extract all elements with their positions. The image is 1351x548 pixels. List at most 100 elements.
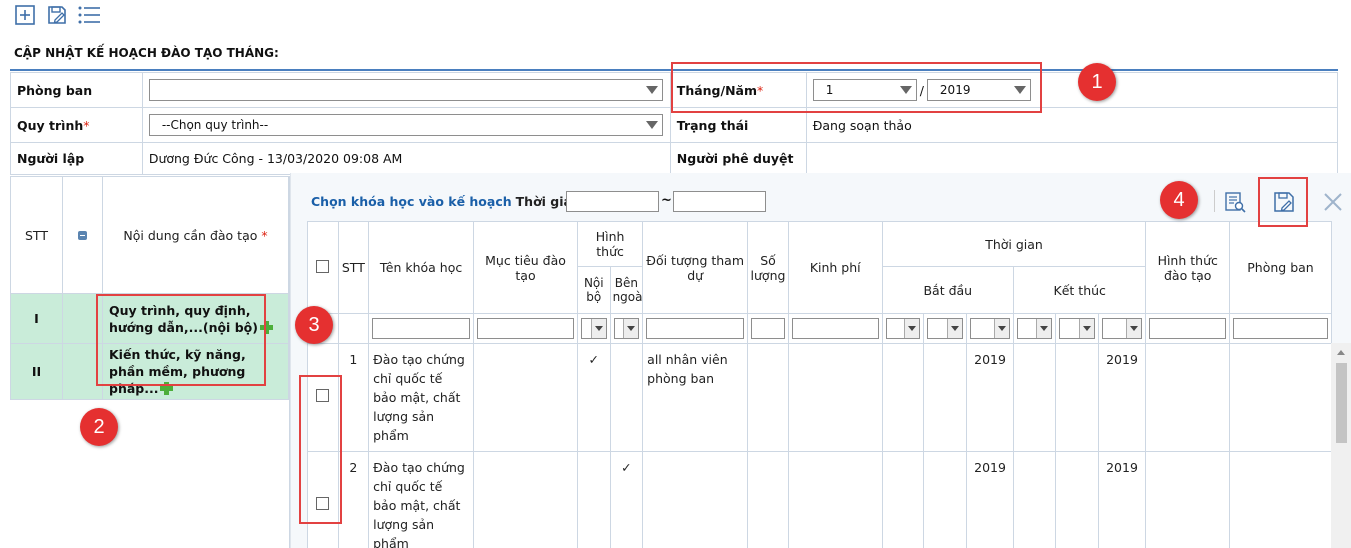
row-end-year: 2019 [1097, 343, 1147, 452]
cost-filter[interactable] [791, 318, 879, 339]
filter-cell [923, 313, 968, 344]
add-icon[interactable] [12, 3, 38, 27]
chevron-down-icon [1035, 319, 1051, 338]
chevron-down-icon [645, 86, 658, 94]
col-stt: STT [337, 221, 370, 314]
audience-filter[interactable] [646, 318, 745, 339]
row-end-month [1054, 343, 1099, 452]
end-month-filter[interactable] [1058, 318, 1095, 339]
course-name-filter[interactable] [372, 318, 471, 339]
row-end-month [1054, 451, 1099, 548]
row-external: ✓ [609, 451, 644, 548]
preview-icon[interactable] [1221, 188, 1249, 216]
row-stt: I [10, 293, 63, 344]
page-title: CẬP NHẬT KẾ HOẠCH ĐÀO TẠO THÁNG: [14, 46, 279, 60]
external-filter[interactable] [613, 318, 640, 339]
row-cost [787, 343, 883, 452]
department-label: Phòng ban [10, 72, 143, 108]
filter-row [307, 313, 1332, 344]
chevron-down-icon [947, 319, 963, 338]
end-day-filter[interactable] [1017, 318, 1052, 339]
chevron-down-icon [994, 319, 1009, 338]
col-course-name: Tên khóa học [368, 221, 475, 314]
training-form-filter[interactable] [1149, 318, 1226, 339]
course-grid: STT Tên khóa học Mục tiêu đào tạo Hình t… [307, 221, 1332, 548]
chevron-down-icon [590, 319, 606, 338]
date-to-input[interactable] [673, 191, 766, 212]
start-month-filter[interactable] [927, 318, 964, 339]
chevron-down-icon [645, 121, 658, 129]
col-form: Hình thức [576, 221, 644, 267]
step-marker-3: 3 [295, 306, 333, 344]
row-stt: II [10, 343, 63, 400]
filter-cell [1097, 313, 1147, 344]
objective-filter[interactable] [477, 318, 574, 339]
department-cell [141, 72, 671, 108]
col-external: Bên ngoài [609, 266, 644, 314]
row-objective [473, 451, 578, 548]
internal-filter[interactable] [580, 318, 607, 339]
filter-cell [1229, 313, 1332, 344]
date-from-input[interactable] [566, 191, 659, 212]
row-start-year: 2019 [966, 343, 1014, 452]
filter-cell [642, 313, 749, 344]
filter-cell [609, 313, 644, 344]
collapse-icon[interactable] [78, 230, 87, 240]
col-cost: Kinh phí [787, 221, 883, 314]
table-row[interactable]: 1 Đào tạo chứng chỉ quốc tế bảo mật, chấ… [307, 343, 1332, 452]
start-day-filter[interactable] [885, 318, 921, 339]
col-time: Thời gian [881, 221, 1147, 267]
annotation-box-save [1258, 177, 1308, 227]
row-start-month [923, 451, 968, 548]
select-all-checkbox[interactable] [316, 259, 330, 273]
list-icon[interactable] [76, 3, 102, 27]
row-cost [787, 451, 883, 548]
row-objective [473, 343, 578, 452]
quantity-filter[interactable] [751, 318, 785, 339]
col-stt: STT [10, 176, 63, 294]
approver-label: Người phê duyệt [669, 142, 807, 175]
dialog-title: Chọn khóa học vào kế hoạch Thời gian: [311, 194, 586, 209]
filter-cell [1013, 313, 1056, 344]
row-internal: ✓ [576, 343, 611, 452]
scroll-up-icon[interactable] [1337, 350, 1345, 355]
approver-value [805, 142, 1339, 175]
end-year-filter[interactable] [1101, 318, 1143, 339]
annotation-box-checkboxes [299, 375, 342, 524]
col-start: Bắt đầu [881, 266, 1015, 314]
chevron-down-icon [904, 319, 920, 338]
row-start-day [881, 451, 925, 548]
col-content: Nội dung cần đào tạo * [102, 176, 289, 294]
col-internal: Nội bộ [576, 266, 611, 314]
scroll-thumb[interactable] [1336, 363, 1347, 443]
date-range-tilde: ~ [661, 193, 672, 208]
filter-cell [966, 313, 1014, 344]
col-objective: Mục tiêu đào tạo [473, 221, 578, 314]
process-select[interactable]: --Chọn quy trình-- [148, 114, 663, 136]
filter-cell [576, 313, 611, 344]
department-select[interactable] [148, 79, 663, 101]
row-start-year: 2019 [966, 451, 1014, 548]
process-cell: --Chọn quy trình-- [141, 107, 671, 143]
chevron-down-icon [623, 319, 639, 338]
annotation-box-month-year [671, 62, 1042, 113]
department-filter[interactable] [1233, 318, 1328, 339]
row-stt: 1 [337, 343, 370, 452]
start-year-filter[interactable] [970, 318, 1010, 339]
filter-cell [1054, 313, 1099, 344]
row-start-day [881, 343, 925, 452]
process-label: Quy trình* [10, 107, 143, 143]
save-icon[interactable] [44, 3, 70, 27]
row-end-day [1013, 451, 1056, 548]
row-external [609, 343, 644, 452]
toolbar-divider [1214, 190, 1215, 212]
close-icon[interactable] [1319, 188, 1347, 216]
grid-scrollbar[interactable] [1331, 343, 1351, 548]
row-course-name: Đào tạo chứng chỉ quốc tế bảo mật, chất … [368, 343, 475, 452]
filter-cell [1145, 313, 1230, 344]
table-row[interactable]: 2 Đào tạo chứng chỉ quốc tế bảo mật, chấ… [307, 451, 1332, 548]
col-end: Kết thúc [1012, 266, 1147, 314]
filter-cell [747, 313, 789, 344]
row-quantity [747, 343, 789, 452]
annotation-box-content [96, 294, 266, 386]
